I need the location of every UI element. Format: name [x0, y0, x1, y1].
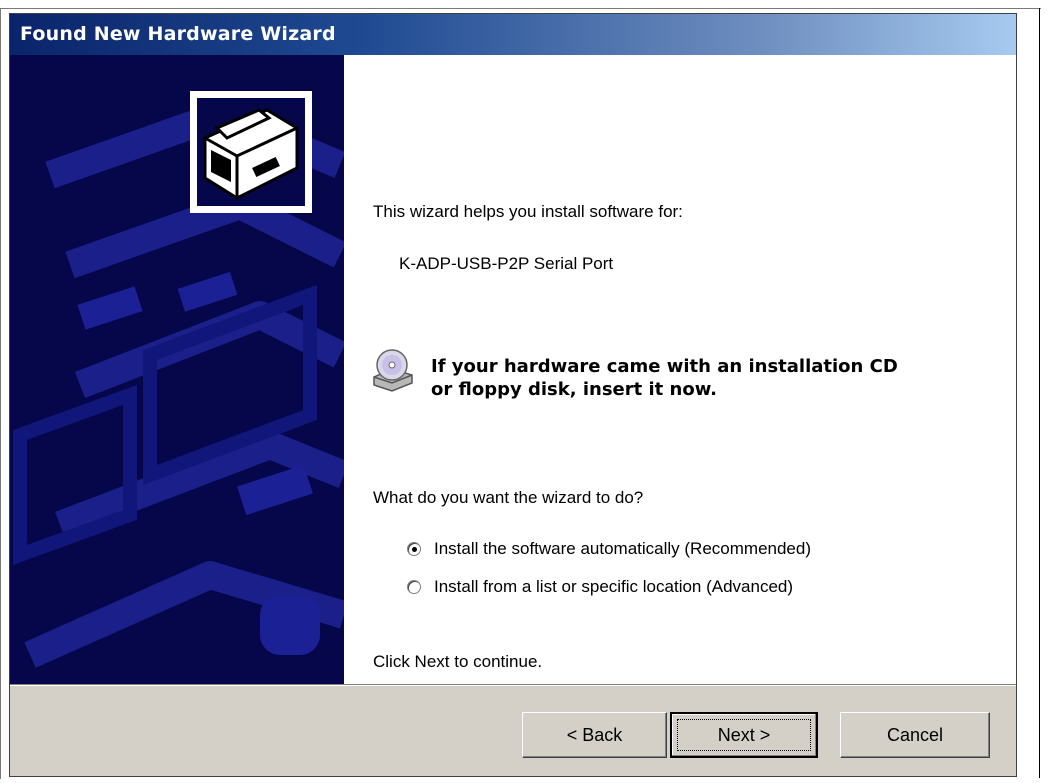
cd-drive-icon: [370, 347, 416, 398]
hardware-card-icon: [190, 91, 312, 213]
back-button[interactable]: < Back: [522, 712, 667, 758]
cancel-button-label: Cancel: [886, 724, 944, 745]
device-name: K-ADP-USB-P2P Serial Port: [399, 254, 614, 273]
focus-ring: [677, 719, 811, 751]
title-bar[interactable]: Found New Hardware Wizard: [10, 14, 1016, 55]
back-button-label: < Back: [566, 724, 623, 745]
option-advanced-radio[interactable]: [407, 580, 421, 594]
wizard-content: This wizard helps you install software f…: [190, 55, 1016, 684]
option-advanced-label[interactable]: Install from a list or specific location…: [434, 577, 793, 597]
continue-hint: Click Next to continue.: [373, 652, 543, 671]
option-advanced[interactable]: Install from a list or specific location…: [407, 577, 793, 597]
cd-message-line1: If your hardware came with an installati…: [431, 356, 898, 377]
cd-message-line2: or floppy disk, insert it now.: [431, 379, 718, 400]
cd-message: If your hardware came with an installati…: [431, 355, 898, 401]
button-separator-highlight: [10, 685, 1016, 686]
option-automatic[interactable]: Install the software automatically (Reco…: [407, 539, 811, 559]
next-button[interactable]: Next >: [670, 712, 818, 758]
option-automatic-label[interactable]: Install the software automatically (Reco…: [434, 539, 811, 559]
intro-text: This wizard helps you install software f…: [373, 202, 683, 221]
cancel-button[interactable]: Cancel: [840, 712, 990, 758]
option-automatic-radio[interactable]: [407, 542, 421, 556]
wizard-dialog: Found New Hardware Wizard This wizard he…: [9, 13, 1017, 777]
frame-edge: [1039, 8, 1040, 778]
question-text: What do you want the wizard to do?: [373, 488, 644, 507]
window-title: Found New Hardware Wizard: [20, 23, 336, 45]
